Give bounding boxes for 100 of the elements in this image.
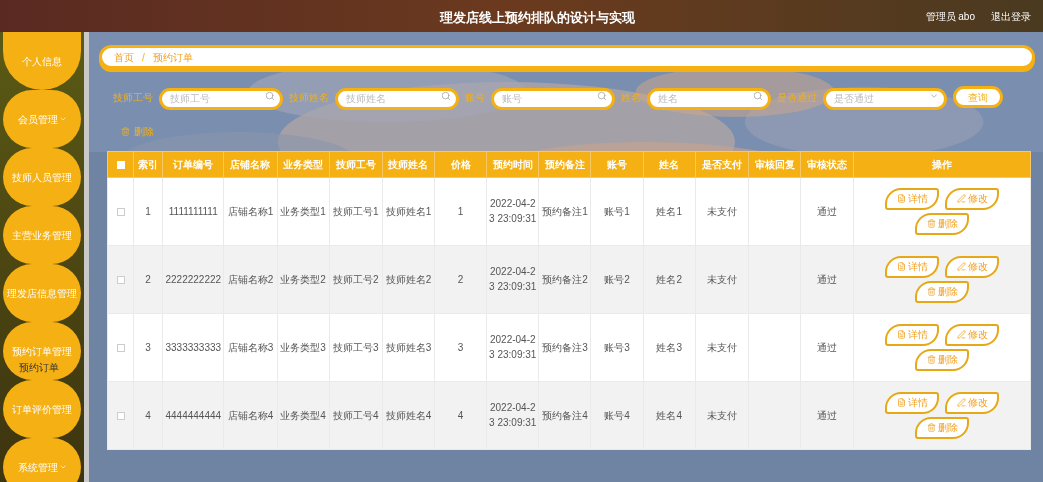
document-icon: [896, 398, 906, 407]
app-title: 理发店线上预约排队的设计与实现: [440, 9, 635, 27]
action-button[interactable]: 详情: [885, 255, 940, 278]
column-header: 预约备注: [538, 151, 591, 177]
table-cell: 通过: [800, 313, 854, 381]
search-icon: [265, 91, 275, 101]
table-cell: 2222222222: [162, 245, 224, 313]
table-cell: 姓名2: [643, 245, 696, 313]
sidebar-item[interactable]: 会员管理: [3, 90, 81, 148]
table-cell: 4444444444: [162, 381, 224, 449]
trash-icon: [926, 219, 936, 228]
action-button[interactable]: 详情: [885, 187, 940, 210]
action-button[interactable]: 删除: [915, 348, 970, 371]
sidebar-item[interactable]: 技师人员管理: [3, 148, 81, 206]
action-button[interactable]: 修改: [945, 255, 1000, 278]
filter-label: 账号: [465, 90, 485, 105]
chevron-down-icon: [58, 115, 67, 123]
table-cell: 技师姓名3: [382, 313, 435, 381]
edit-icon: [956, 330, 966, 339]
sidebar-item[interactable]: 主营业务管理: [3, 206, 81, 264]
row-checkbox[interactable]: [116, 344, 125, 352]
action-button[interactable]: 详情: [885, 391, 940, 414]
table-cell: 店铺名称2: [223, 245, 278, 313]
search-button[interactable]: 查询: [953, 86, 1003, 109]
column-header: 审核状态: [800, 151, 854, 177]
action-button[interactable]: 详情: [885, 323, 940, 346]
delete-button[interactable]: 删除: [121, 123, 154, 139]
document-icon: [896, 194, 906, 203]
table-cell: 账号2: [591, 245, 644, 313]
table-cell: 未支付: [695, 313, 749, 381]
breadcrumb-link[interactable]: 预约订单: [152, 49, 193, 65]
table-cell: 姓名3: [643, 313, 696, 381]
table-cell: 业务类型4: [277, 381, 330, 449]
table-cell: 通过: [800, 381, 854, 449]
filter-label: 技师工号: [113, 90, 153, 105]
table-cell: 技师工号2: [329, 245, 383, 313]
edit-icon: [956, 262, 966, 271]
table-cell: 技师工号4: [329, 381, 383, 449]
select-all-checkbox[interactable]: [116, 161, 125, 169]
table-cell: 业务类型3: [277, 313, 330, 381]
table-cell: 店铺名称1: [223, 177, 278, 245]
sidebar-item[interactable]: 订单评价管理: [3, 380, 81, 438]
row-checkbox[interactable]: [116, 412, 125, 420]
column-header: 订单编号: [162, 151, 224, 177]
table-cell: 2: [133, 245, 163, 313]
breadcrumb-link[interactable]: 首页: [114, 49, 134, 65]
row-checkbox[interactable]: [116, 276, 125, 284]
table-cell: 店铺名称4: [223, 381, 278, 449]
trash-icon: [926, 287, 936, 296]
table-cell: 未支付: [695, 381, 749, 449]
table-cell: 账号4: [591, 381, 644, 449]
table-cell: 1: [434, 177, 487, 245]
column-header: 店铺名称: [223, 151, 278, 177]
column-header: 业务类型: [277, 151, 330, 177]
logout-link[interactable]: 退出登录: [991, 8, 1031, 24]
table-cell: 2022-04-23 23:09:31: [486, 245, 539, 313]
action-button[interactable]: 删除: [915, 212, 970, 235]
column-header: 价格: [434, 151, 487, 177]
action-button[interactable]: 删除: [915, 416, 970, 439]
action-button[interactable]: 修改: [945, 323, 1000, 346]
table-cell: 预约备注2: [538, 245, 591, 313]
filter-label: 技师姓名: [289, 90, 329, 105]
column-header: 索引: [133, 151, 163, 177]
action-button[interactable]: 删除: [915, 280, 970, 303]
chevron-down-icon: [58, 463, 67, 471]
edit-icon: [956, 398, 966, 407]
sidebar-item[interactable]: 个人信息: [3, 32, 81, 90]
edit-icon: [956, 194, 966, 203]
table-cell: 2022-04-23 23:09:31: [486, 313, 539, 381]
table-cell: 账号3: [591, 313, 644, 381]
sidebar-item[interactable]: 理发店信息管理: [3, 264, 81, 322]
sidebar-item[interactable]: 预约订单管理 预约订单: [3, 322, 81, 380]
trash-icon: [121, 126, 130, 136]
table-cell: 通过: [800, 177, 854, 245]
sidebar-item[interactable]: 系统管理: [3, 438, 81, 482]
column-header: 技师工号: [329, 151, 383, 177]
table-cell: 2022-04-23 23:09:31: [486, 381, 539, 449]
action-button[interactable]: 修改: [945, 391, 1000, 414]
table-cell: 1111111111: [162, 177, 224, 245]
table-cell: 技师姓名2: [382, 245, 435, 313]
table-cell: 未支付: [695, 177, 749, 245]
table-cell: 技师姓名4: [382, 381, 435, 449]
column-header: 姓名: [643, 151, 696, 177]
action-button[interactable]: 修改: [945, 187, 1000, 210]
table-cell: 业务类型2: [277, 245, 330, 313]
table-cell: 2: [434, 245, 487, 313]
row-checkbox[interactable]: [116, 208, 125, 216]
table-cell: 姓名1: [643, 177, 696, 245]
table-cell: 3: [133, 313, 163, 381]
submenu-item[interactable]: 预约订单: [17, 360, 61, 375]
table-cell: 预约备注1: [538, 177, 591, 245]
column-header: 操作: [853, 151, 1031, 177]
table-cell: 店铺名称3: [223, 313, 278, 381]
table-cell: 预约备注3: [538, 313, 591, 381]
column-header: 账号: [591, 151, 644, 177]
table-cell: 4: [133, 381, 163, 449]
column-header: 审核回复: [748, 151, 801, 177]
table-cell: 未支付: [695, 245, 749, 313]
breadcrumb-separator: /: [142, 50, 145, 65]
table-cell: 4: [434, 381, 487, 449]
